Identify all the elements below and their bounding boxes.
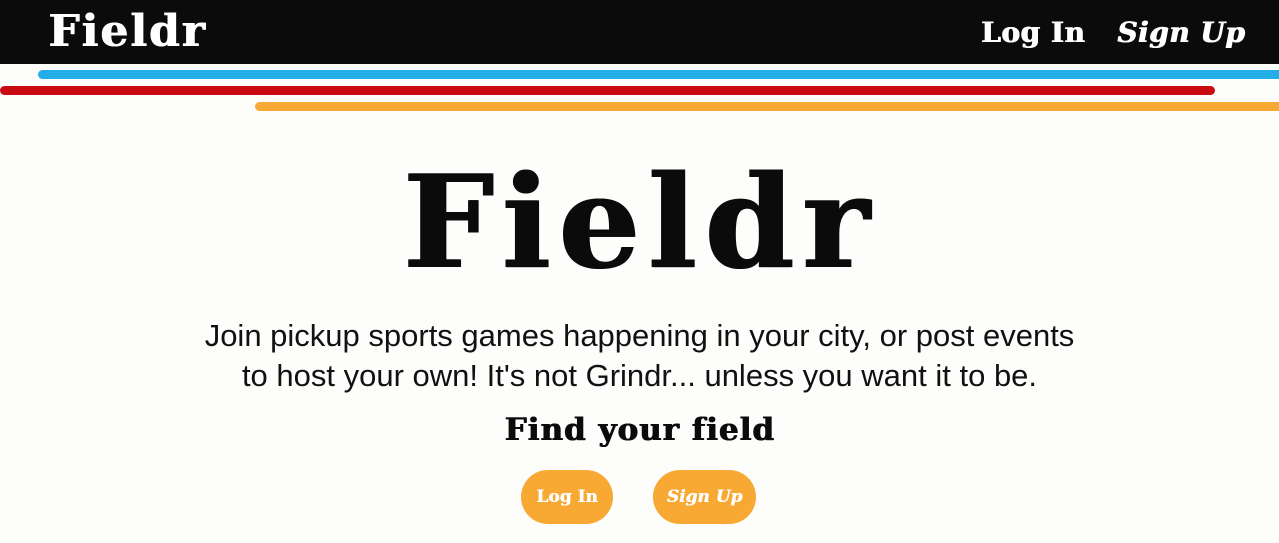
hero-tagline: Join pickup sports games happening in yo… — [190, 316, 1089, 396]
hero-title: Fieldr — [402, 148, 877, 298]
decorative-stripe-orange — [255, 102, 1279, 111]
tagline-line-2: to host your own! It's not Grindr... unl… — [241, 358, 1038, 393]
cta-buttons: Log In Sign Up — [0, 470, 1279, 524]
brand-logo-link[interactable]: Fieldr — [48, 2, 207, 62]
nav-login-link[interactable]: Log In — [981, 6, 1085, 60]
decorative-stripe-blue — [38, 70, 1279, 79]
nav-links: Log In Sign Up — [981, 16, 1245, 72]
nav-signup-link[interactable]: Sign Up — [1117, 6, 1245, 60]
decorative-stripe-red — [0, 86, 1215, 95]
navbar: Fieldr Log In Sign Up — [0, 0, 1279, 64]
signup-button[interactable]: Sign Up — [653, 470, 756, 524]
login-button[interactable]: Log In — [521, 470, 613, 524]
hero-subhead: Find your field — [504, 412, 775, 448]
tagline-line-1: Join pickup sports games happening in yo… — [204, 318, 1075, 353]
